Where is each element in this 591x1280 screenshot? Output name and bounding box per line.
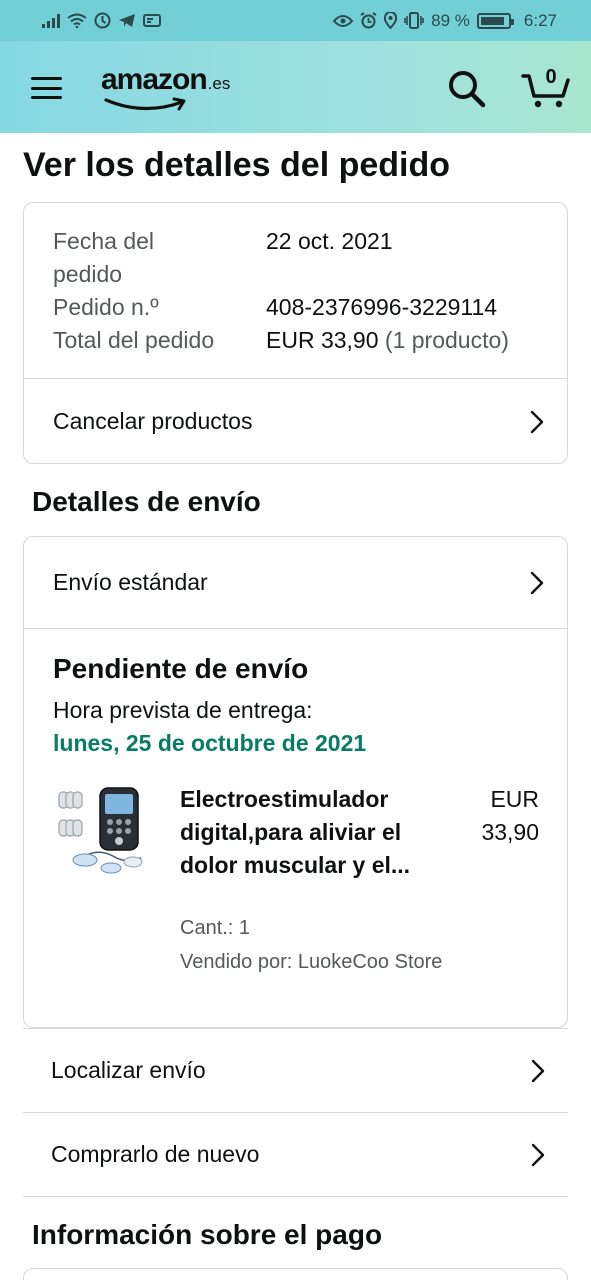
payment-section-title: Información sobre el pago xyxy=(32,1219,383,1250)
alarm-icon xyxy=(360,12,377,29)
order-total-value: EUR 33,90 (1 producto) xyxy=(266,324,509,357)
product-price: EUR 33,90 xyxy=(459,783,539,849)
order-date-label-line1: Fecha del xyxy=(53,228,155,254)
battery-fill xyxy=(480,16,505,25)
order-summary-card: Fecha del pedido 22 oct. 2021 Pedido n.º… xyxy=(23,202,568,464)
shipment-card: Envío estándar Pendiente de envío Hora p… xyxy=(23,536,568,1028)
eye-icon xyxy=(333,14,354,27)
shipping-section-title: Detalles de envío xyxy=(32,486,261,517)
vibrate-icon xyxy=(404,12,424,29)
product-price-value: 33,90 xyxy=(481,819,539,845)
logo-text: amazon xyxy=(101,63,208,96)
status-bar-right: 89 % 6:27 xyxy=(333,11,557,31)
product-image[interactable] xyxy=(53,782,153,882)
order-number-value: 408-2376996-3229114 xyxy=(266,294,498,320)
shipment-status-title: Pendiente de envío xyxy=(53,653,309,684)
product-quantity: Cant.: 1 xyxy=(180,917,251,939)
order-info: Fecha del pedido 22 oct. 2021 Pedido n.º… xyxy=(53,225,509,357)
buy-again-link[interactable]: Comprarlo de nuevo xyxy=(23,1113,568,1196)
order-total-row: Total del pedido EUR 33,90 (1 producto) xyxy=(53,324,509,357)
battery-icon xyxy=(476,12,514,29)
cancel-products-label: Cancelar productos xyxy=(53,408,253,434)
wifi-icon xyxy=(67,13,87,28)
shipping-method-label: Envío estándar xyxy=(53,569,208,595)
data-saver-icon xyxy=(94,12,111,29)
status-bar-left xyxy=(42,12,161,29)
hamburger-menu-icon[interactable] xyxy=(31,77,62,99)
notification-icon xyxy=(143,14,161,27)
chevron-right-icon xyxy=(531,1143,545,1166)
buy-again-label: Comprarlo de nuevo xyxy=(51,1141,260,1167)
order-total-label: Total del pedido xyxy=(53,327,215,353)
cancel-products-link[interactable]: Cancelar productos xyxy=(24,379,567,464)
app-header: amazon.es 0 xyxy=(0,41,591,133)
order-date-value: 22 oct. 2021 xyxy=(266,228,393,254)
page-title: Ver los detalles del pedido xyxy=(23,146,451,184)
order-total-amount: EUR 33,90 xyxy=(266,327,379,353)
product-seller: Vendido por: LuokeCoo Store xyxy=(180,951,443,973)
order-date-label: Fecha del pedido xyxy=(53,225,266,291)
clock: 6:27 xyxy=(523,10,557,30)
smile-arrow-icon xyxy=(104,97,186,111)
order-date-label-line2: pedido xyxy=(53,261,123,287)
order-date-row: Fecha del pedido 22 oct. 2021 xyxy=(53,225,509,291)
chevron-right-icon xyxy=(530,410,544,433)
logo-tld: .es xyxy=(207,74,231,93)
cart-icon xyxy=(521,74,570,108)
amazon-logo[interactable]: amazon.es xyxy=(101,63,251,113)
battery-percent: 89 % xyxy=(431,10,470,30)
search-icon[interactable] xyxy=(446,68,486,108)
chevron-right-icon xyxy=(530,571,544,594)
shipping-method-link[interactable]: Envío estándar xyxy=(24,537,567,628)
product-title-link[interactable]: Electroestimulador digital,para aliviar … xyxy=(180,783,420,882)
status-bar: 89 % 6:27 xyxy=(0,0,591,41)
chevron-right-icon xyxy=(531,1059,545,1082)
location-icon xyxy=(384,12,398,29)
telegram-icon xyxy=(119,14,135,27)
divider xyxy=(24,628,567,629)
track-shipment-label: Localizar envío xyxy=(51,1057,206,1083)
order-total-items: (1 producto) xyxy=(384,327,509,353)
payment-card xyxy=(23,1268,568,1280)
order-number-row: Pedido n.º 408-2376996-3229114 xyxy=(53,291,509,324)
product-price-currency: EUR xyxy=(490,786,539,812)
cart-button[interactable]: 0 xyxy=(521,66,571,110)
delivery-estimate-label: Hora prevista de entrega: xyxy=(53,697,313,723)
signal-icon xyxy=(42,13,60,28)
track-shipment-link[interactable]: Localizar envío xyxy=(23,1029,568,1112)
delivery-estimate-date: lunes, 25 de octubre de 2021 xyxy=(53,730,367,756)
order-number-label: Pedido n.º xyxy=(53,294,159,320)
divider xyxy=(23,1196,568,1197)
